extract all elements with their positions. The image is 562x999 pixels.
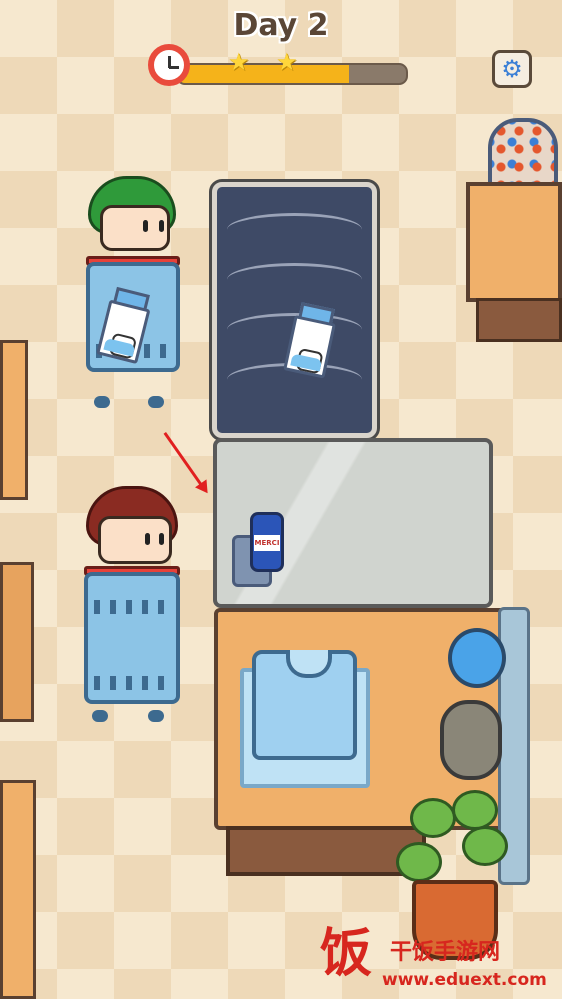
plant-leaf (452, 790, 498, 830)
side-stand-front (476, 298, 562, 342)
watermark-url: www.eduext.com (382, 970, 547, 990)
counter-front (226, 826, 426, 876)
watermark-name: 干饭手游网 (390, 940, 501, 965)
star-icon: ★ (228, 48, 250, 76)
customer-face (98, 516, 172, 564)
day-progress-fill (178, 65, 349, 83)
settings-button[interactable]: ⚙ (492, 50, 532, 88)
watermark: 饭 干饭手游网 www.eduext.com (320, 928, 562, 999)
left-product-rack (0, 780, 36, 999)
day-title: Day 2 (233, 8, 329, 43)
shopping-cart[interactable] (84, 572, 180, 704)
gear-icon: ⚙ (501, 55, 523, 83)
left-shelf (0, 340, 28, 500)
conveyor-belt[interactable] (209, 179, 380, 441)
left-shelf (0, 562, 34, 722)
blue-bag-roll[interactable] (448, 628, 506, 688)
side-display-stand (466, 182, 562, 302)
belt-stripe (227, 263, 362, 296)
star-icon: ★ (276, 48, 298, 76)
watermark-logo: 饭 (320, 924, 373, 984)
customer-face (100, 205, 170, 251)
alarm-clock-icon (148, 44, 190, 86)
plant-leaf (462, 826, 508, 866)
gray-bag-roll[interactable] (440, 700, 502, 780)
plant-leaf (410, 798, 456, 838)
soda-can-item[interactable]: MERCI (250, 512, 284, 572)
plastic-bag[interactable] (252, 650, 357, 760)
can-label: MERCI (254, 535, 280, 551)
plant-leaf (396, 842, 442, 882)
belt-stripe (227, 213, 362, 246)
